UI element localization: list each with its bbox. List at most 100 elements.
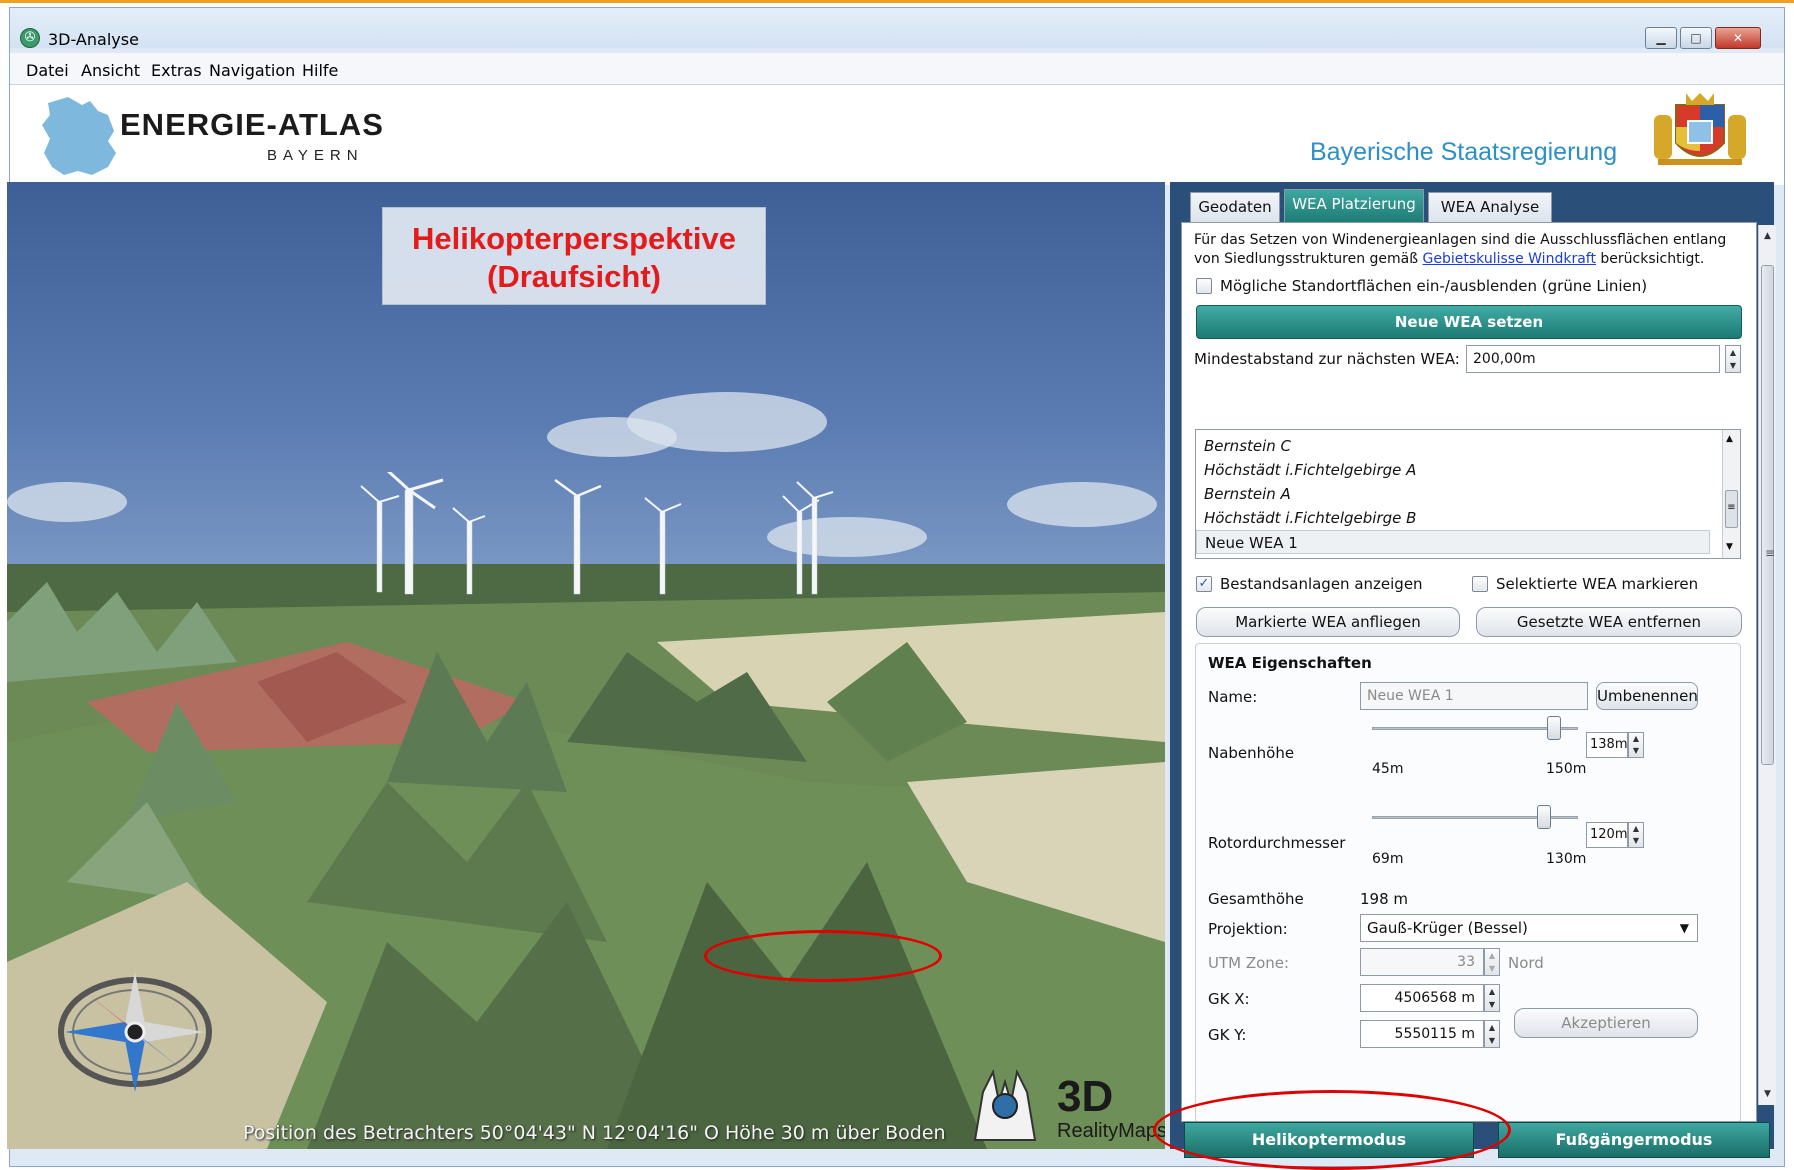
- intro-text-post: berücksichtigt.: [1595, 251, 1705, 267]
- name-input[interactable]: Neue WEA 1: [1360, 682, 1588, 710]
- app-icon: ✇: [20, 28, 40, 48]
- grip-icon: ≡: [1765, 546, 1776, 560]
- gk-y-input[interactable]: 5550115 m: [1360, 1020, 1484, 1048]
- utm-zone-label: UTM Zone:: [1208, 954, 1290, 972]
- window-title: 3D-Analyse: [48, 30, 139, 49]
- min-distance-input[interactable]: 200,00m: [1466, 345, 1720, 373]
- total-height-value: 198 m: [1360, 890, 1409, 908]
- list-item-selected[interactable]: Neue WEA 1: [1196, 530, 1710, 554]
- rotor-diameter-stepper[interactable]: ▲ ▼: [1628, 822, 1644, 848]
- viewer-position-status: Position des Betrachters 50°04'43" N 12°…: [243, 1122, 946, 1144]
- intro-text-line1: Für das Setzen von Windenergieanlagen si…: [1194, 232, 1727, 248]
- realitymaps-label: RealityMaps: [1057, 1120, 1165, 1142]
- rotor-diameter-label: Rotordurchmesser: [1208, 834, 1346, 852]
- menu-hilfe[interactable]: Hilfe: [302, 61, 338, 80]
- utm-zone-input[interactable]: 33: [1360, 948, 1484, 976]
- name-label: Name:: [1208, 688, 1258, 706]
- gk-x-input[interactable]: 4506568 m: [1360, 984, 1484, 1012]
- header-banner: ENERGIE-ATLAS BAYERN Bayerische Staatsre…: [10, 85, 1784, 185]
- height-highlight-ellipse: [704, 930, 942, 982]
- mark-selected-label: Selektierte WEA markieren: [1496, 575, 1699, 593]
- projection-select[interactable]: Gauß-Krüger (Bessel) ▼: [1360, 914, 1698, 942]
- fly-to-button[interactable]: Markierte WEA anfliegen: [1196, 607, 1460, 637]
- properties-title: WEA Eigenschaften: [1208, 654, 1372, 672]
- rename-button[interactable]: Umbenennen: [1596, 682, 1698, 710]
- hub-height-input[interactable]: 138m: [1586, 732, 1628, 758]
- maximize-button[interactable]: □: [1680, 27, 1712, 49]
- tab-wea-platzierung[interactable]: WEA Platzierung: [1284, 189, 1424, 222]
- total-height-label: Gesamthöhe: [1208, 890, 1304, 908]
- list-item[interactable]: Bernstein C: [1196, 434, 1710, 458]
- show-existing-label: Bestandsanlagen anzeigen: [1220, 575, 1423, 593]
- menu-bar: Datei Ansicht Extras Navigation Hilfe: [10, 53, 1784, 85]
- projection-label: Projektion:: [1208, 920, 1288, 938]
- scroll-up-icon[interactable]: ▲: [1726, 434, 1733, 444]
- chevron-down-icon: ▼: [1679, 921, 1689, 935]
- hub-max-label: 150m: [1546, 761, 1587, 777]
- gk-y-stepper[interactable]: ▲ ▼: [1484, 1020, 1500, 1048]
- hub-slider-knob[interactable]: [1547, 716, 1562, 740]
- perspective-annotation: Helikopterperspektive (Draufsicht): [382, 207, 766, 305]
- hub-min-label: 45m: [1372, 761, 1404, 777]
- hub-height-label: Nabenhöhe: [1208, 744, 1295, 762]
- utm-hemisphere-label: Nord: [1508, 954, 1544, 972]
- wind-turbines: [360, 472, 834, 595]
- show-existing-checkbox[interactable]: ✓: [1196, 576, 1212, 592]
- list-scroll-thumb[interactable]: ≡: [1725, 490, 1738, 528]
- 3d-viewport[interactable]: Helikopterperspektive (Draufsicht) 3D Re…: [7, 182, 1165, 1149]
- hands-globe-icon: [973, 1068, 1037, 1141]
- wea-list[interactable]: Bernstein C Höchstädt i.Fichtelgebirge A…: [1195, 429, 1741, 559]
- accept-button[interactable]: Akzeptieren: [1514, 1008, 1698, 1038]
- panel-scrollbar[interactable]: ▲ ≡ ▼: [1758, 225, 1776, 1105]
- government-label: Bayerische Staatsregierung: [1310, 138, 1618, 166]
- pedestrian-mode-button[interactable]: Fußgängermodus: [1498, 1122, 1770, 1158]
- coat-of-arms-icon: [1654, 93, 1746, 165]
- gk-x-label: GK X:: [1208, 990, 1250, 1008]
- utm-zone-stepper[interactable]: ▲ ▼: [1484, 948, 1500, 976]
- close-button[interactable]: ✕: [1715, 27, 1761, 49]
- scroll-up-icon[interactable]: ▲: [1761, 230, 1774, 242]
- top-accent-line: [0, 0, 1794, 3]
- min-distance-label: Mindestabstand zur nächsten WEA:: [1194, 350, 1460, 368]
- wea-placement-panel: Für das Setzen von Windenergieanlagen si…: [1181, 222, 1757, 1122]
- annotation-line-1: Helikopterperspektive: [412, 221, 736, 256]
- panel-scroll-thumb[interactable]: ≡: [1761, 265, 1776, 765]
- bavaria-map-icon: [42, 97, 116, 175]
- menu-datei[interactable]: Datei: [26, 61, 69, 80]
- minimize-button[interactable]: ▁: [1645, 27, 1677, 49]
- realitymaps-3d-label: 3D: [1057, 1072, 1114, 1121]
- new-wea-button[interactable]: Neue WEA setzen: [1196, 305, 1742, 339]
- annotation-line-2: (Draufsicht): [487, 259, 661, 294]
- projection-value: Gauß-Krüger (Bessel): [1367, 919, 1528, 937]
- title-bar: ✇ 3D-Analyse ▁ □ ✕: [10, 8, 1784, 49]
- mark-selected-checkbox[interactable]: [1472, 576, 1488, 592]
- menu-ansicht[interactable]: Ansicht: [81, 61, 140, 80]
- logo-subtitle: BAYERN: [267, 147, 364, 164]
- list-item[interactable]: Höchstädt i.Fichtelgebirge A: [1196, 458, 1710, 482]
- tab-wea-analyse[interactable]: WEA Analyse: [1428, 192, 1552, 222]
- intro-text-line2: von Siedlungsstrukturen gemäß Gebietskul…: [1194, 250, 1704, 269]
- tab-geodaten[interactable]: Geodaten: [1190, 192, 1280, 222]
- scroll-down-icon[interactable]: ▼: [1726, 542, 1733, 552]
- remove-wea-button[interactable]: Gesetzte WEA entfernen: [1476, 607, 1742, 637]
- list-item[interactable]: Höchstädt i.Fichtelgebirge B: [1196, 506, 1710, 530]
- hub-height-stepper[interactable]: ▲ ▼: [1628, 732, 1644, 758]
- scroll-down-icon[interactable]: ▼: [1761, 1088, 1774, 1100]
- mode-highlight-ellipse: [1153, 1090, 1511, 1170]
- menu-navigation[interactable]: Navigation: [209, 61, 295, 80]
- wea-properties-group: WEA Eigenschaften Name: Neue WEA 1 Umben…: [1195, 643, 1741, 1121]
- toggle-areas-checkbox[interactable]: [1196, 278, 1212, 294]
- list-scrollbar[interactable]: ▲ ≡ ▼: [1722, 430, 1740, 558]
- min-distance-stepper[interactable]: ▲ ▼: [1725, 345, 1741, 373]
- rotor-slider-knob[interactable]: [1537, 805, 1552, 829]
- list-item[interactable]: Bernstein A: [1196, 482, 1710, 506]
- gk-y-label: GK Y:: [1208, 1026, 1247, 1044]
- toggle-areas-label: Mögliche Standortflächen ein-/ausblenden…: [1220, 277, 1648, 295]
- gebietskulisse-link[interactable]: Gebietskulisse Windkraft: [1423, 251, 1596, 267]
- gk-x-stepper[interactable]: ▲ ▼: [1484, 984, 1500, 1012]
- rotor-diameter-input[interactable]: 120m: [1586, 822, 1628, 848]
- side-panel: Geodaten WEA Platzierung WEA Analyse Für…: [1170, 182, 1774, 1149]
- compass-icon[interactable]: [55, 962, 215, 1102]
- menu-extras[interactable]: Extras: [151, 61, 202, 80]
- logo-title: ENERGIE-ATLAS: [120, 107, 384, 142]
